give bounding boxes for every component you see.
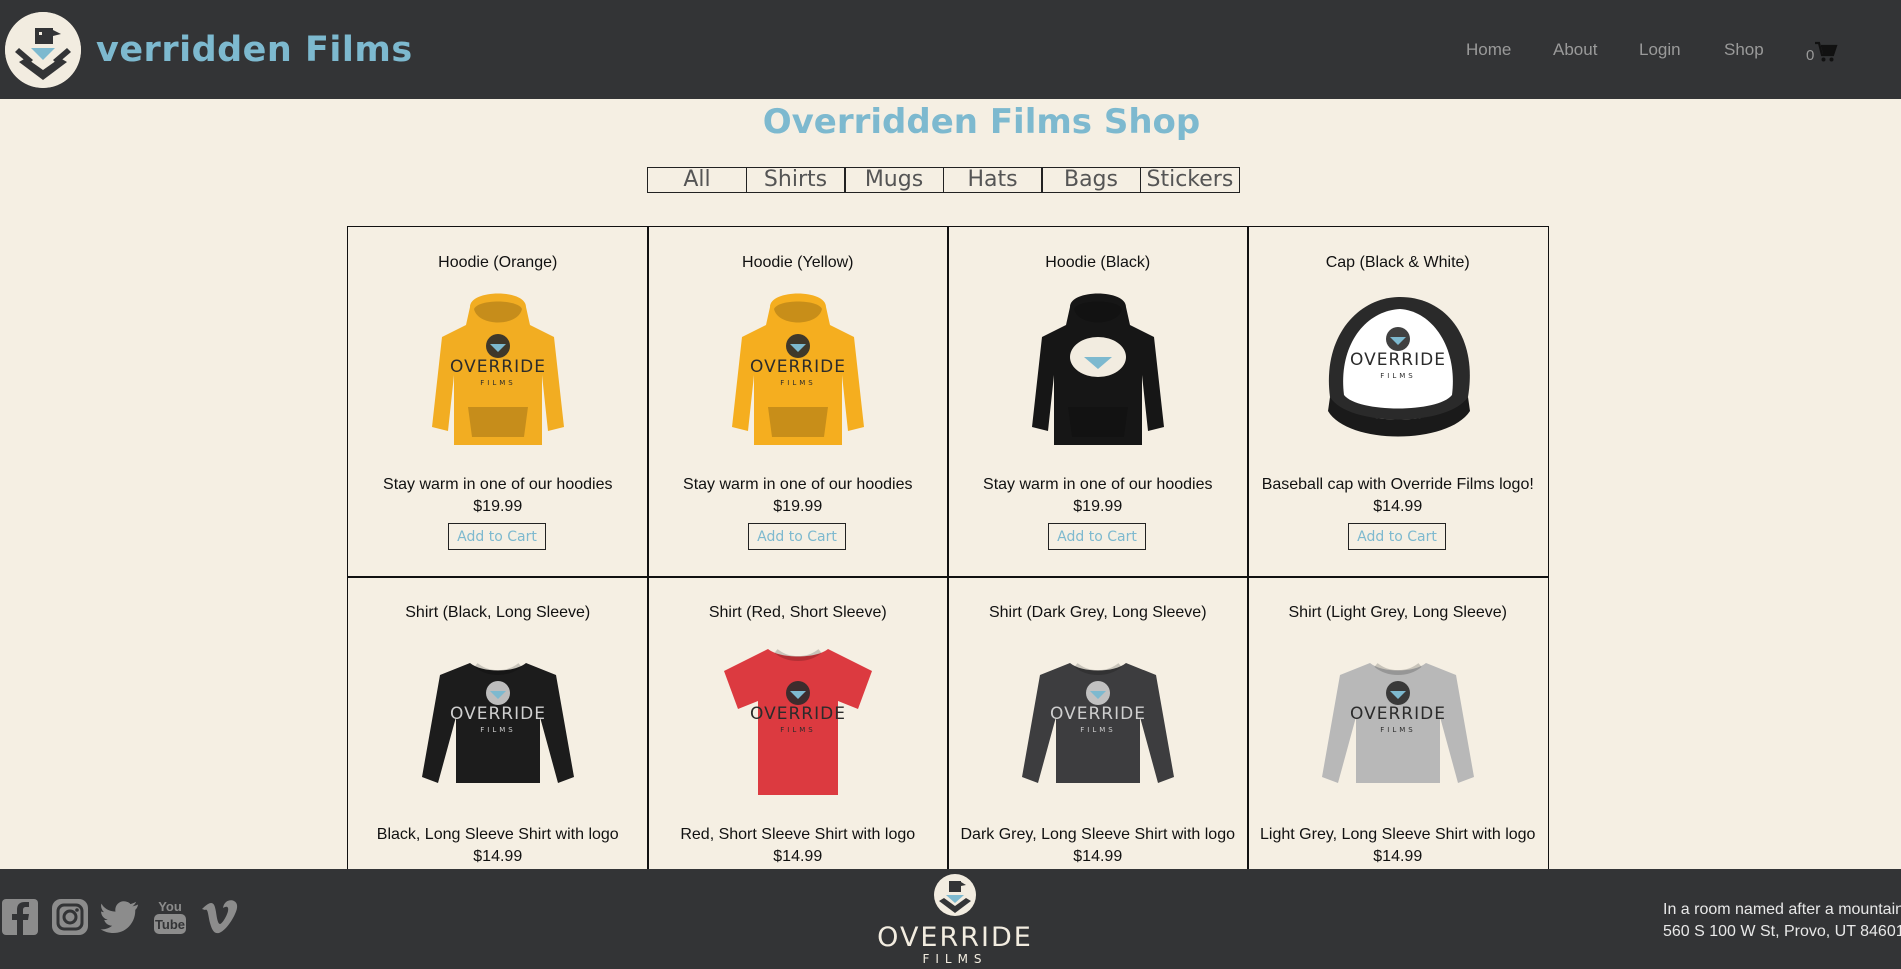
product-image[interactable]: OVERRIDE FILMS <box>408 277 588 457</box>
product-price: $14.99 <box>1073 848 1123 865</box>
svg-text:FILMS: FILMS <box>780 379 815 387</box>
product-description: Black, Long Sleeve Shirt with logo <box>376 826 619 843</box>
svg-text:FILMS: FILMS <box>480 379 515 387</box>
product-image[interactable]: OVERRIDE FILMS <box>1308 627 1488 807</box>
product-image[interactable]: OVERRIDE FILMS <box>408 627 588 807</box>
product-description: Stay warm in one of our hoodies <box>983 476 1213 493</box>
product-card[interactable]: Hoodie (Yellow) OVERRIDE FILMS Stay warm … <box>647 226 949 578</box>
footer-logo-text: OVERRIDE <box>877 922 1033 953</box>
svg-text:OVERRIDE: OVERRIDE <box>1050 704 1146 724</box>
svg-text:Tube: Tube <box>155 917 185 932</box>
nav-login[interactable]: Login <box>1639 40 1681 60</box>
shopping-cart-icon <box>1815 41 1838 62</box>
main-nav: Home About Login Shop <box>0 36 1901 66</box>
footer-address: In a room named after a mountain 560 S 1… <box>1663 899 1901 943</box>
product-name: Hoodie (Black) <box>1045 254 1151 271</box>
svg-text:OVERRIDE: OVERRIDE <box>1350 704 1446 724</box>
address-line-2: 560 S 100 W St, Provo, UT 84601 <box>1663 923 1901 940</box>
svg-text:FILMS: FILMS <box>480 726 515 734</box>
page-title: Overridden Films Shop <box>762 102 1201 142</box>
svg-text:FILMS: FILMS <box>1380 726 1415 734</box>
cart-button[interactable]: 0 <box>1806 40 1838 64</box>
product-image[interactable] <box>1008 277 1188 457</box>
social-links: You Tube <box>0 897 240 937</box>
filter-all[interactable]: All <box>647 167 747 193</box>
filter-shirts[interactable]: Shirts <box>745 167 846 193</box>
product-name: Shirt (Red, Short Sleeve) <box>708 604 887 621</box>
filter-mugs[interactable]: Mugs <box>844 167 944 193</box>
product-name: Cap (Black & White) <box>1325 254 1470 271</box>
category-filter-bar: All Shirts Mugs Hats Bags Stickers <box>647 167 1240 193</box>
product-image[interactable]: OVERRIDE FILMS <box>1008 627 1188 807</box>
add-to-cart-button[interactable]: Add to Cart <box>448 523 546 550</box>
product-card[interactable]: Hoodie (Black) Stay warm in one of our h… <box>947 226 1249 578</box>
product-grid: Hoodie (Orange) OVERRIDE FILMS Stay warm … <box>347 226 1549 928</box>
override-films-emblem-icon <box>934 874 976 916</box>
product-price: $19.99 <box>773 498 823 515</box>
product-description: Stay warm in one of our hoodies <box>383 476 613 493</box>
svg-text:OVERRIDE: OVERRIDE <box>450 704 546 724</box>
svg-text:FILMS: FILMS <box>780 726 815 734</box>
product-description: Red, Short Sleeve Shirt with logo <box>680 826 916 843</box>
youtube-icon[interactable]: You Tube <box>150 897 190 937</box>
svg-text:OVERRIDE: OVERRIDE <box>450 357 546 377</box>
site-footer: You Tube OVERRIDE FILMS In a room named … <box>0 869 1901 969</box>
product-image[interactable]: OVERRIDE FILMS <box>1308 277 1488 457</box>
vimeo-icon[interactable] <box>200 897 240 937</box>
product-description: Stay warm in one of our hoodies <box>683 476 913 493</box>
instagram-icon[interactable] <box>50 897 90 937</box>
filter-hats[interactable]: Hats <box>942 167 1043 193</box>
cart-count: 0 <box>1806 47 1815 64</box>
product-image[interactable]: OVERRIDE FILMS <box>708 627 888 807</box>
product-price: $19.99 <box>1073 498 1123 515</box>
product-card[interactable]: Hoodie (Orange) OVERRIDE FILMS Stay warm … <box>347 226 649 578</box>
product-name: Hoodie (Yellow) <box>742 254 854 271</box>
product-description: Dark Grey, Long Sleeve Shirt with logo <box>960 826 1236 843</box>
product-name: Shirt (Dark Grey, Long Sleeve) <box>988 604 1207 621</box>
svg-text:OVERRIDE: OVERRIDE <box>750 704 846 724</box>
filter-bags[interactable]: Bags <box>1041 167 1141 193</box>
product-name: Hoodie (Orange) <box>438 254 558 271</box>
nav-shop[interactable]: Shop <box>1724 40 1764 60</box>
product-name: Shirt (Light Grey, Long Sleeve) <box>1288 604 1507 621</box>
address-line-1: In a room named after a mountain <box>1663 901 1901 918</box>
product-description: Baseball cap with Override Films logo! <box>1261 476 1534 493</box>
nav-about[interactable]: About <box>1553 40 1597 60</box>
svg-text:FILMS: FILMS <box>1380 372 1415 380</box>
product-price: $14.99 <box>1373 498 1423 515</box>
svg-text:You: You <box>158 899 182 914</box>
product-price: $14.99 <box>773 848 823 865</box>
product-card[interactable]: Cap (Black & White) OVERRIDE FILMS Baseba… <box>1247 226 1549 578</box>
add-to-cart-button[interactable]: Add to Cart <box>1048 523 1146 550</box>
product-price: $14.99 <box>473 848 523 865</box>
add-to-cart-button[interactable]: Add to Cart <box>1348 523 1446 550</box>
product-image[interactable]: OVERRIDE FILMS <box>708 277 888 457</box>
product-price: $19.99 <box>473 498 523 515</box>
footer-logo: OVERRIDE FILMS <box>875 873 1035 969</box>
svg-text:OVERRIDE: OVERRIDE <box>750 357 846 377</box>
filter-stickers[interactable]: Stickers <box>1139 167 1240 193</box>
facebook-icon[interactable] <box>0 897 40 937</box>
product-description: Light Grey, Long Sleeve Shirt with logo <box>1260 826 1536 843</box>
product-name: Shirt (Black, Long Sleeve) <box>405 604 591 621</box>
footer-logo-subtext: FILMS <box>922 952 988 966</box>
nav-home[interactable]: Home <box>1466 40 1511 60</box>
site-header: verridden Films Home About Login Shop 0 <box>0 0 1901 99</box>
product-price: $14.99 <box>1373 848 1423 865</box>
svg-text:FILMS: FILMS <box>1080 726 1115 734</box>
add-to-cart-button[interactable]: Add to Cart <box>748 523 846 550</box>
svg-text:OVERRIDE: OVERRIDE <box>1350 350 1446 370</box>
twitter-icon[interactable] <box>100 897 140 937</box>
